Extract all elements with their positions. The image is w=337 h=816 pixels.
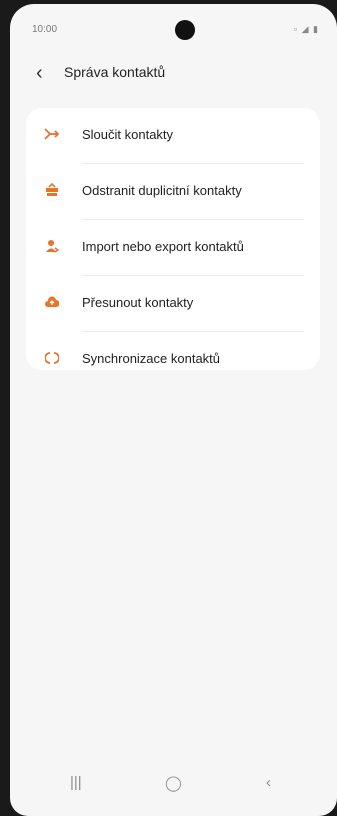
contacts-management-menu: Sloučit kontakty Odstranit duplicitní ko… xyxy=(26,108,320,370)
recents-button[interactable]: ||| xyxy=(70,774,82,791)
front-camera xyxy=(175,20,195,40)
page-title: Správa kontaktů xyxy=(64,64,166,80)
menu-item-label: Import nebo export kontaktů xyxy=(82,239,244,254)
merge-icon xyxy=(44,126,60,142)
cloud-upload-icon xyxy=(44,294,60,310)
remove-duplicates-icon xyxy=(44,182,60,198)
menu-item-remove-duplicates[interactable]: Odstranit duplicitní kontakty xyxy=(26,164,320,220)
import-export-icon xyxy=(44,238,60,254)
menu-item-import-export[interactable]: Import nebo export kontaktů xyxy=(26,220,320,276)
phone-screen: 10:00 ▫ ◢ ▮ ‹ Správa kontaktů Sloučit ko… xyxy=(10,4,337,816)
menu-item-label: Odstranit duplicitní kontakty xyxy=(82,183,242,198)
menu-item-label: Sloučit kontakty xyxy=(82,127,174,142)
status-time: 10:00 xyxy=(32,24,58,35)
menu-item-sync-contacts[interactable]: Synchronizace kontaktů xyxy=(26,332,320,387)
menu-item-move-contacts[interactable]: Přesunout kontakty xyxy=(26,276,320,332)
home-button[interactable]: ◯ xyxy=(165,774,182,792)
status-bar: 10:00 ▫ ◢ ▮ xyxy=(10,4,337,40)
menu-item-merge-contacts[interactable]: Sloučit kontakty xyxy=(26,108,320,164)
menu-item-label: Synchronizace kontaktů xyxy=(82,351,221,366)
system-nav-bar: ||| ◯ ‹ xyxy=(10,760,337,816)
app-header: ‹ Správa kontaktů xyxy=(10,54,337,94)
nav-back-button[interactable]: ‹ xyxy=(266,774,271,791)
back-button[interactable]: ‹ xyxy=(36,62,54,84)
menu-item-label: Přesunout kontakty xyxy=(82,295,194,310)
status-icons: ▫ ◢ ▮ xyxy=(293,24,319,34)
sync-icon xyxy=(44,350,60,366)
